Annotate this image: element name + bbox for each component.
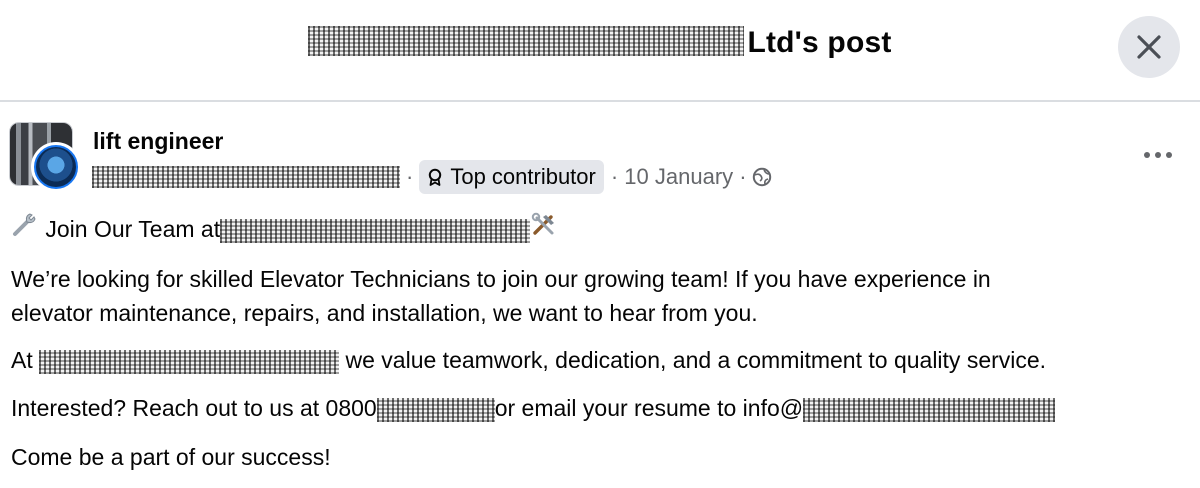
dialog-header: Ltd's post: [0, 0, 1200, 100]
line5-prefix: Interested? Reach out to us at 0800: [11, 395, 377, 421]
close-icon: [1137, 35, 1161, 59]
globe-icon[interactable]: [752, 167, 772, 187]
join-text: Join Our Team at: [45, 216, 221, 242]
redacted-email-domain: [803, 397, 1056, 422]
line4-suffix: we value teamwork, dedication, and a com…: [345, 347, 1047, 373]
post-date[interactable]: · 10 January ·: [611, 164, 747, 190]
line4-prefix: At: [11, 347, 33, 373]
top-contributor-badge-icon: [429, 168, 442, 186]
post-dialog-title: Ltd's post: [0, 26, 1200, 60]
header-divider: [0, 100, 1200, 102]
post-line-3: elevator maintenance, repairs, and insta…: [11, 300, 758, 326]
post-meta: · Top contributor · 10 January ·: [92, 160, 772, 194]
close-button[interactable]: [1118, 16, 1180, 78]
redacted-company-name: [308, 26, 745, 57]
post-line-join: Join Our Team at: [11, 212, 558, 248]
redacted-company-name-2: [220, 218, 531, 243]
author-avatar[interactable]: [9, 122, 81, 192]
line5-middle: or email your resume to info@: [494, 395, 804, 421]
more-options-icon[interactable]: [1140, 145, 1176, 165]
post-line-5: Interested? Reach out to us at 0800 or em…: [11, 391, 1056, 425]
post-line-4: At we value teamwork, dedication, and a …: [11, 343, 1046, 377]
wrench-emoji-icon: [11, 211, 39, 246]
post-line-2: We’re looking for skilled Elevator Techn…: [11, 266, 991, 292]
redacted-company-name-3: [39, 349, 340, 374]
hammer-and-wrench-emoji-icon: [530, 211, 558, 246]
author-name[interactable]: lift engineer: [93, 128, 223, 155]
post-line-6: Come be a part of our success!: [11, 444, 331, 470]
redacted-group-name[interactable]: [92, 166, 400, 188]
meta-separator: ·: [406, 164, 414, 189]
title-text: Ltd's post: [747, 26, 892, 59]
top-contributor-badge[interactable]: Top contributor: [419, 160, 604, 194]
redacted-phone-number: [376, 397, 495, 422]
author-profile-picture: [31, 142, 81, 192]
badge-label: Top contributor: [450, 164, 596, 189]
